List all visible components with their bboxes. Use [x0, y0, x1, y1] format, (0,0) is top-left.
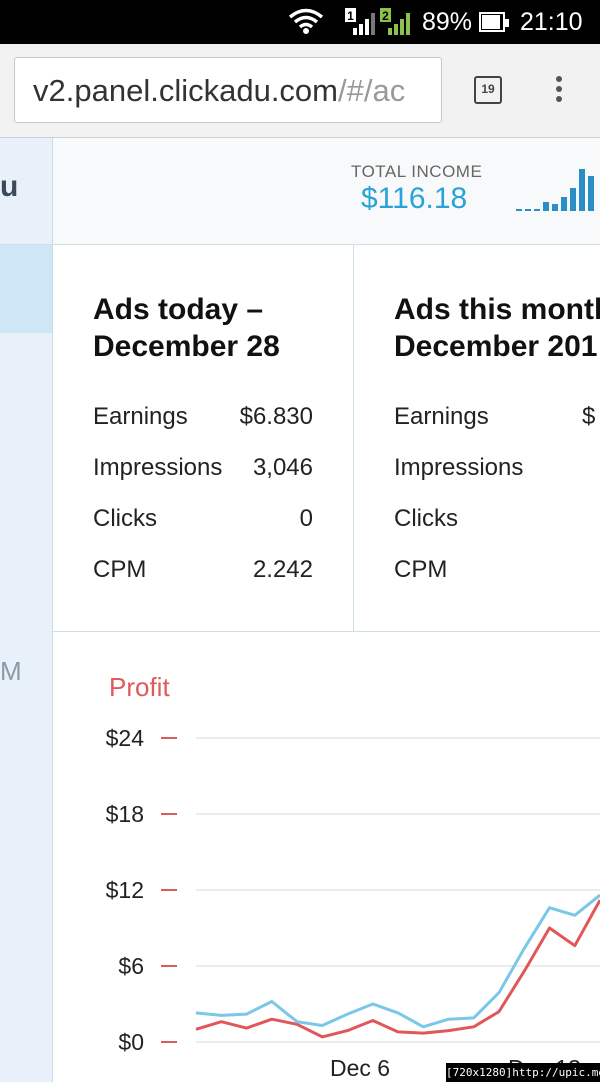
- ads-month-title: Ads this month December 201: [394, 291, 600, 365]
- today-row-value: 2.242: [252, 556, 313, 583]
- month-row-value: $: [582, 403, 596, 430]
- battery-percent: 89%: [422, 8, 473, 36]
- profit-chart-plot: $24$18$12$6$0Dec 6Dec 13: [106, 725, 600, 1081]
- ads-today-title: Ads today – December 28: [93, 291, 280, 365]
- y-tick-label: $18: [106, 801, 144, 827]
- sim2-number: 2: [382, 9, 389, 23]
- total-income-label: TOTAL INCOME: [351, 162, 483, 181]
- signal-sim2-icon: 2: [380, 8, 410, 35]
- wifi-icon: [288, 8, 324, 34]
- y-tick-label: $24: [106, 725, 145, 751]
- sim1-number: 1: [347, 9, 354, 23]
- profit-chart: Profit $24$18$12$6$0Dec 6Dec 13: [53, 632, 600, 1082]
- profit-series-line-2: [195, 893, 600, 1029]
- today-row-value: $6.830: [239, 403, 313, 430]
- overflow-menu-icon[interactable]: [552, 76, 566, 106]
- ads-month-card: Ads this month December 201 Earnings $ Impr…: [354, 245, 600, 631]
- browser-toolbar: v2.panel.clickadu.com/#/ac 19: [0, 44, 600, 138]
- ads-today-title-text: Ads today – December 28: [93, 293, 280, 363]
- month-row-label: Clicks: [394, 505, 458, 532]
- url-host: v2.panel.clickadu.com: [33, 73, 338, 108]
- status-bar: 1 2 89% 21:10: [0, 0, 600, 44]
- sidebar-item-label[interactable]: M: [0, 656, 22, 687]
- url-bar[interactable]: v2.panel.clickadu.com/#/ac: [14, 57, 442, 123]
- y-tick-label: $12: [106, 877, 144, 903]
- today-row-label: Earnings: [93, 403, 188, 430]
- clock: 21:10: [520, 8, 583, 36]
- signal-sim1-icon: 1: [345, 8, 375, 35]
- total-income-value: $116.18: [361, 182, 468, 215]
- tab-count: 19: [481, 82, 495, 96]
- month-row-label: CPM: [394, 556, 448, 583]
- y-tick-label: $0: [118, 1029, 144, 1055]
- income-header: TOTAL INCOME $116.18: [53, 138, 600, 245]
- watermark: [720x1280]http://upic.me/: [446, 1063, 600, 1082]
- month-row-label: Impressions: [394, 454, 524, 481]
- url-path: /#/ac: [338, 73, 406, 108]
- tab-switcher-button[interactable]: 19: [474, 76, 502, 104]
- sidebar: u M: [0, 138, 53, 1082]
- ads-today-card: Ads today – December 28 Earnings $6.830 Imp…: [53, 245, 354, 631]
- sidebar-logo[interactable]: u: [0, 170, 18, 204]
- profit-series-line-1: [195, 899, 600, 1039]
- x-tick-label: Dec 6: [330, 1055, 390, 1081]
- today-row-label: Clicks: [93, 505, 157, 532]
- month-row-label: Earnings: [394, 403, 489, 430]
- y-tick-label: $6: [118, 953, 144, 979]
- today-row-value: 3,046: [252, 454, 313, 481]
- sidebar-item-active[interactable]: [0, 245, 52, 333]
- today-row-value: 0: [299, 505, 313, 532]
- ads-month-title-text: Ads this month December 201: [394, 293, 600, 363]
- battery-icon: [479, 12, 509, 32]
- today-row-label: CPM: [93, 556, 147, 583]
- today-row-label: Impressions: [93, 454, 223, 481]
- income-sparkline-icon: [516, 169, 594, 211]
